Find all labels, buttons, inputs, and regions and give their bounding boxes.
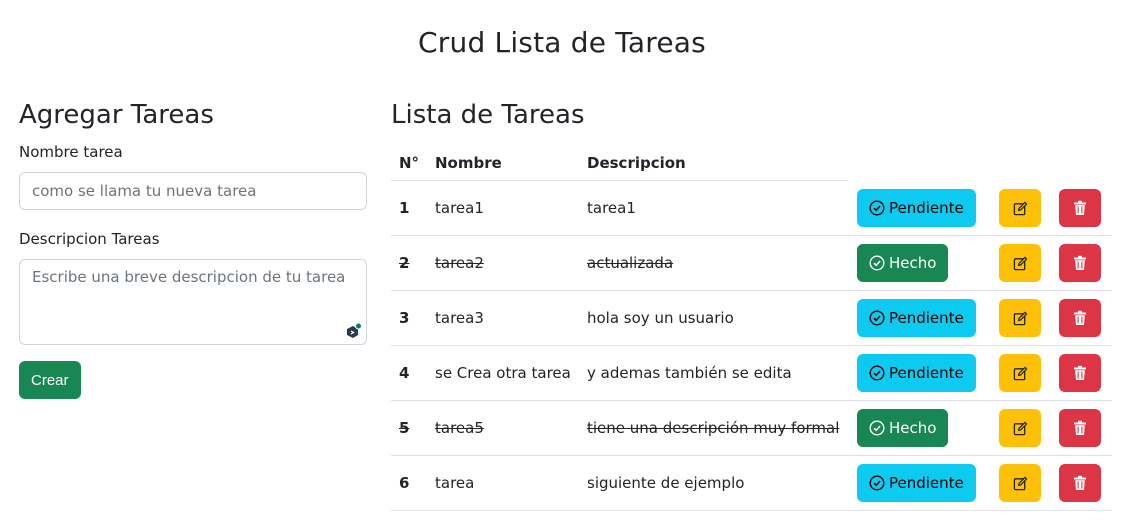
pencil-square-icon xyxy=(1013,421,1027,435)
task-name-label: Nombre tarea xyxy=(19,143,123,161)
task-number: 4 xyxy=(399,364,410,382)
status-label: Pendiente xyxy=(889,309,964,327)
task-description: siguiente de ejemplo xyxy=(587,474,745,492)
task-description-placeholder: Escribe una breve descripcion de tu tare… xyxy=(32,268,346,286)
table-row: 4 se Crea otra tarea y ademas también se e… xyxy=(391,346,1112,401)
trash-icon xyxy=(1074,365,1086,380)
status-toggle-button[interactable]: Pendiente xyxy=(857,299,976,337)
page-title: Crud Lista de Tareas xyxy=(418,26,706,59)
edit-button[interactable] xyxy=(999,299,1041,337)
status-label: Pendiente xyxy=(889,474,964,492)
pencil-square-icon xyxy=(1013,201,1027,215)
task-name: tarea1 xyxy=(435,199,484,217)
table-row: 3 tarea3 hola soy un usuario Pendiente xyxy=(391,291,1112,346)
status-toggle-button[interactable]: Pendiente xyxy=(857,464,976,502)
task-list-section: Lista de Tareas N° Nombre Descripcion 1 t… xyxy=(391,98,1112,511)
task-description: tiene una descripción muy formal xyxy=(587,419,840,437)
add-task-heading: Agregar Tareas xyxy=(19,100,214,130)
table-row: 2 tarea2 actualizada Hecho xyxy=(391,236,1112,291)
task-number: 1 xyxy=(399,199,410,217)
check-circle-icon xyxy=(869,365,885,381)
delete-button[interactable] xyxy=(1059,354,1101,392)
task-name-input[interactable]: como se llama tu nueva tarea xyxy=(19,172,367,210)
pencil-square-icon xyxy=(1013,256,1027,270)
delete-button[interactable] xyxy=(1059,299,1101,337)
task-number: 3 xyxy=(399,309,410,327)
table-row: 6 tarea siguiente de ejemplo Pendiente xyxy=(391,456,1112,511)
table-header-row: N° Nombre Descripcion xyxy=(391,145,848,181)
edit-button[interactable] xyxy=(999,244,1041,282)
check-circle-icon xyxy=(869,255,885,271)
pencil-square-icon xyxy=(1013,476,1027,490)
table-row: 1 tarea1 tarea1 Pendiente xyxy=(391,181,1112,236)
column-header-name: Nombre xyxy=(435,153,502,172)
status-label: Hecho xyxy=(889,254,937,272)
task-name: tarea2 xyxy=(435,254,484,272)
task-description: tarea1 xyxy=(587,199,636,217)
status-label: Hecho xyxy=(889,419,937,437)
check-circle-icon xyxy=(869,475,885,491)
trash-icon xyxy=(1074,200,1086,215)
add-task-form: Agregar Tareas Nombre tarea como se llam… xyxy=(19,98,367,399)
status-toggle-button[interactable]: Hecho xyxy=(857,409,949,447)
task-number: 6 xyxy=(399,474,410,492)
trash-icon xyxy=(1074,310,1086,325)
task-description: y ademas también se edita xyxy=(587,364,792,382)
delete-button[interactable] xyxy=(1059,189,1101,227)
edit-button[interactable] xyxy=(999,354,1041,392)
column-header-number: N° xyxy=(399,153,420,172)
extension-badge-icon[interactable] xyxy=(344,322,362,340)
status-toggle-button[interactable]: Hecho xyxy=(857,244,949,282)
task-name-placeholder: como se llama tu nueva tarea xyxy=(32,182,257,200)
task-description: actualizada xyxy=(587,254,674,272)
status-label: Pendiente xyxy=(889,199,964,217)
delete-button[interactable] xyxy=(1059,464,1101,502)
column-header-description: Descripcion xyxy=(587,153,686,172)
task-list-heading: Lista de Tareas xyxy=(391,100,585,130)
task-description-label: Descripcion Tareas xyxy=(19,230,160,248)
edit-button[interactable] xyxy=(999,464,1041,502)
check-circle-icon xyxy=(869,200,885,216)
pencil-square-icon xyxy=(1013,366,1027,380)
edit-button[interactable] xyxy=(999,189,1041,227)
trash-icon xyxy=(1074,255,1086,270)
edit-button[interactable] xyxy=(999,409,1041,447)
trash-icon xyxy=(1074,420,1086,435)
check-circle-icon xyxy=(869,310,885,326)
table-body: 1 tarea1 tarea1 Pendiente 2 tarea2 actualizada… xyxy=(391,181,1112,511)
table-row: 5 tarea5 tiene una descripción muy formal H… xyxy=(391,401,1112,456)
task-number: 2 xyxy=(399,254,410,272)
status-toggle-button[interactable]: Pendiente xyxy=(857,354,976,392)
delete-button[interactable] xyxy=(1059,409,1101,447)
task-name: tarea xyxy=(435,474,475,492)
check-circle-icon xyxy=(869,420,885,436)
task-table: N° Nombre Descripcion 1 tarea1 tarea1 Pendi… xyxy=(391,145,1112,511)
task-description: hola soy un usuario xyxy=(587,309,734,327)
status-label: Pendiente xyxy=(889,364,964,382)
status-toggle-button[interactable]: Pendiente xyxy=(857,189,976,227)
task-name: se Crea otra tarea xyxy=(435,364,571,382)
task-number: 5 xyxy=(399,419,410,437)
task-description-textarea[interactable]: Escribe una breve descripcion de tu tare… xyxy=(19,259,367,345)
trash-icon xyxy=(1074,475,1086,490)
task-name: tarea3 xyxy=(435,309,484,327)
task-name: tarea5 xyxy=(435,419,484,437)
create-button[interactable]: Crear xyxy=(19,361,81,399)
delete-button[interactable] xyxy=(1059,244,1101,282)
pencil-square-icon xyxy=(1013,311,1027,325)
